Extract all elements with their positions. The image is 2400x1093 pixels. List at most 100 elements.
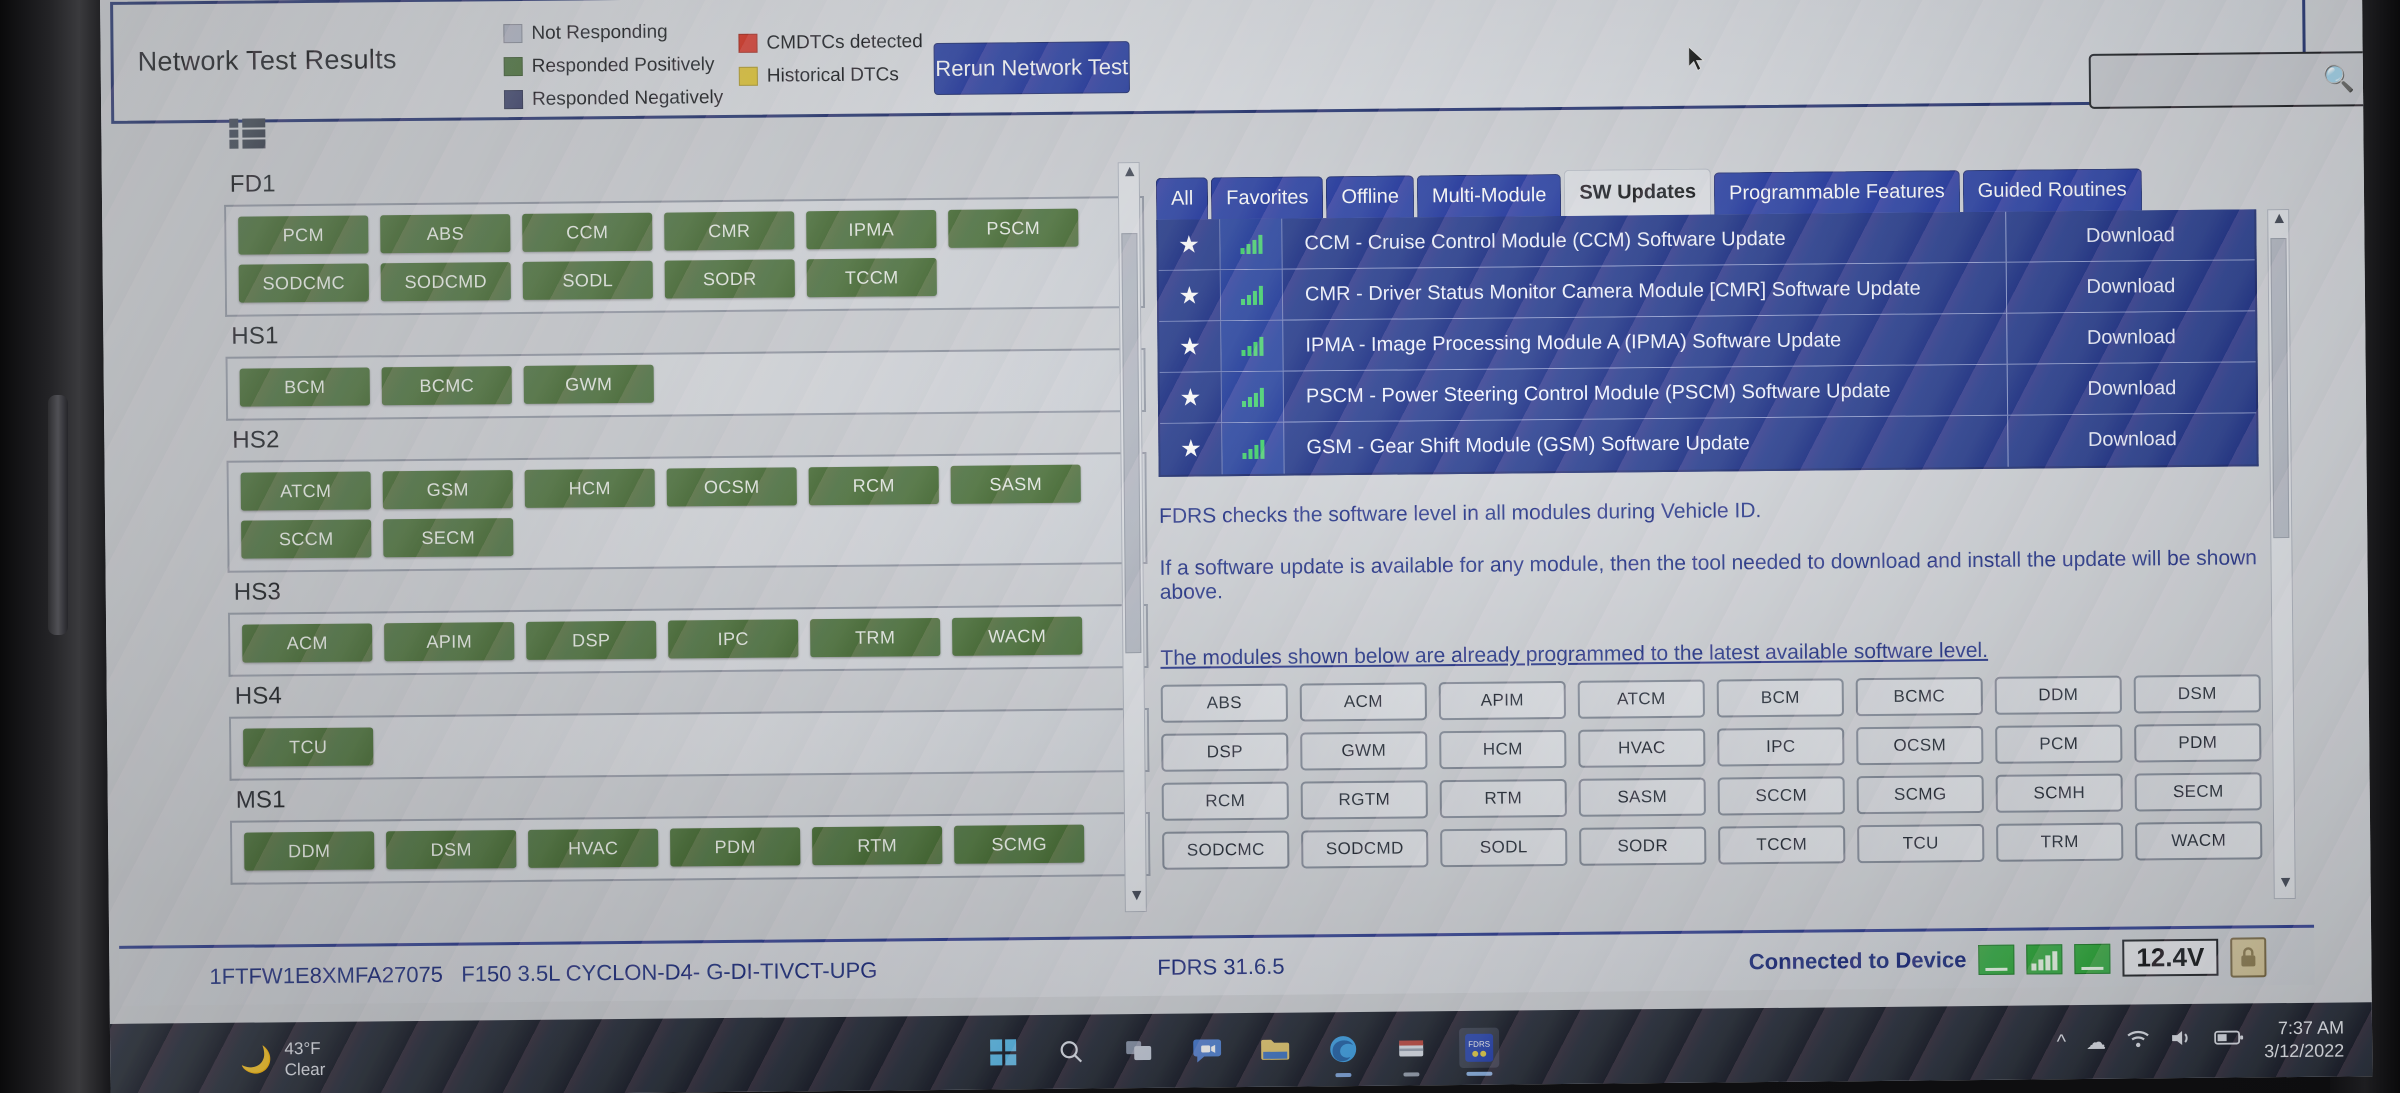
grid-menu-icon[interactable] (229, 118, 266, 149)
module-button-ipc[interactable]: IPC (668, 619, 799, 659)
module-button-acm[interactable]: ACM (242, 623, 373, 663)
programmed-modules-link[interactable]: The modules shown below are already prog… (1160, 636, 2260, 671)
module-button-wacm[interactable]: WACM (952, 616, 1083, 656)
right-panel-scrollbar[interactable]: ▲ ▼ (2267, 208, 2297, 900)
download-button[interactable]: Download (2006, 209, 2254, 261)
tab-multi-module[interactable]: Multi-Module (1416, 173, 1562, 218)
programmed-module-hvac[interactable]: HVAC (1578, 728, 1706, 768)
module-button-bcmc[interactable]: BCMC (381, 366, 512, 406)
module-button-sodr[interactable]: SODR (664, 259, 795, 299)
favorite-star-cell[interactable]: ★ (1160, 423, 1223, 475)
taskbar-search-button[interactable] (1051, 1032, 1091, 1072)
module-button-abs[interactable]: ABS (380, 214, 511, 254)
star-icon[interactable]: ★ (1179, 332, 1201, 361)
star-icon[interactable]: ★ (1179, 281, 1201, 310)
programmed-module-pcm[interactable]: PCM (1995, 724, 2123, 764)
module-button-sasm[interactable]: SASM (950, 464, 1081, 504)
favorite-star-cell[interactable]: ★ (1159, 321, 1222, 372)
tab-all[interactable]: All (1155, 177, 1209, 220)
module-button-secm[interactable]: SECM (383, 518, 514, 558)
module-button-pscm[interactable]: PSCM (948, 208, 1079, 248)
programmed-module-tccm[interactable]: TCCM (1718, 825, 1846, 865)
programmed-module-abs[interactable]: ABS (1160, 683, 1289, 723)
programmed-module-wacm[interactable]: WACM (2135, 821, 2263, 861)
rerun-network-test-button[interactable]: Rerun Network Test (933, 41, 1130, 95)
module-button-rtm[interactable]: RTM (812, 825, 943, 866)
module-button-apim[interactable]: APIM (384, 622, 515, 662)
module-button-atcm[interactable]: ATCM (240, 471, 371, 511)
fdrs-button[interactable]: FDRS (1458, 1027, 1500, 1076)
module-button-tcu[interactable]: TCU (243, 727, 374, 767)
programmed-module-tcu[interactable]: TCU (1857, 823, 1985, 864)
weather-widget[interactable]: 🌙 43°F Clear (240, 1038, 325, 1081)
download-button[interactable]: Download (2007, 311, 2255, 363)
store-button[interactable] (1391, 1028, 1431, 1077)
module-button-ccm[interactable]: CCM (522, 212, 653, 252)
download-button[interactable]: Download (2008, 413, 2256, 466)
module-button-sodcmd[interactable]: SODCMD (380, 262, 511, 302)
programmed-module-trm[interactable]: TRM (1996, 822, 2124, 862)
tab-favorites[interactable]: Favorites (1211, 176, 1324, 220)
module-button-dsp[interactable]: DSP (526, 620, 657, 660)
module-button-tccm[interactable]: TCCM (806, 257, 937, 298)
module-button-scmg[interactable]: SCMG (954, 824, 1085, 864)
scroll-down-icon[interactable]: ▼ (2275, 874, 2297, 898)
speaker-icon[interactable] (2170, 1028, 2194, 1054)
programmed-module-scmg[interactable]: SCMG (1856, 774, 1984, 815)
programmed-module-apim[interactable]: APIM (1438, 680, 1567, 721)
chevron-up-icon[interactable]: ^ (2057, 1031, 2067, 1054)
programmed-module-secm[interactable]: SECM (2134, 772, 2262, 812)
module-button-dsm[interactable]: DSM (386, 830, 517, 870)
star-icon[interactable]: ★ (1180, 383, 1202, 412)
programmed-module-sodcmd[interactable]: SODCMD (1301, 829, 1429, 869)
programmed-module-ocsm[interactable]: OCSM (1856, 725, 1984, 766)
programmed-module-scmh[interactable]: SCMH (1995, 773, 2123, 813)
task-view-button[interactable] (1119, 1031, 1159, 1071)
programmed-module-dsp[interactable]: DSP (1161, 732, 1289, 772)
programmed-module-hcm[interactable]: HCM (1439, 729, 1567, 770)
star-icon[interactable]: ★ (1180, 434, 1202, 463)
programmed-module-ipc[interactable]: IPC (1717, 727, 1845, 767)
module-button-cmr[interactable]: CMR (664, 211, 795, 251)
star-icon[interactable]: ★ (1178, 230, 1200, 259)
favorite-star-cell[interactable]: ★ (1159, 372, 1223, 423)
favorite-star-cell[interactable]: ★ (1158, 270, 1222, 321)
module-button-hvac[interactable]: HVAC (528, 828, 659, 868)
search-input[interactable] (2100, 53, 2332, 107)
lock-icon[interactable] (2230, 936, 2267, 978)
module-button-trm[interactable]: TRM (810, 617, 941, 658)
tab-sw-updates[interactable]: SW Updates (1564, 168, 1712, 216)
module-button-gsm[interactable]: GSM (382, 470, 513, 510)
wifi-icon[interactable] (2126, 1029, 2150, 1054)
module-button-sodl[interactable]: SODL (522, 260, 653, 300)
module-button-sodcmc[interactable]: SODCMC (238, 263, 369, 303)
start-button[interactable] (983, 1032, 1023, 1072)
module-button-hcm[interactable]: HCM (524, 468, 655, 508)
scroll-thumb[interactable] (2270, 238, 2290, 539)
taskbar-clock[interactable]: 7:37 AM 3/12/2022 (2264, 1016, 2345, 1064)
programmed-module-bcmc[interactable]: BCMC (1855, 676, 1984, 717)
scroll-up-icon[interactable]: ▲ (2268, 210, 2290, 234)
module-button-pdm[interactable]: PDM (670, 827, 801, 867)
edge-button[interactable] (1323, 1029, 1363, 1078)
programmed-module-sasm[interactable]: SASM (1578, 777, 1706, 817)
scroll-down-icon[interactable]: ▼ (1126, 887, 1148, 911)
scroll-thumb[interactable] (1121, 233, 1142, 654)
programmed-module-atcm[interactable]: ATCM (1577, 679, 1706, 719)
programmed-module-sodr[interactable]: SODR (1579, 826, 1707, 866)
file-explorer-button[interactable] (1255, 1030, 1295, 1070)
programmed-module-rgtm[interactable]: RGTM (1300, 780, 1428, 820)
programmed-module-sodl[interactable]: SODL (1440, 827, 1568, 868)
programmed-module-pdm[interactable]: PDM (2134, 723, 2262, 763)
scroll-up-icon[interactable]: ▲ (1119, 163, 1141, 187)
search-box[interactable]: 🔍 (2088, 51, 2372, 109)
chat-button[interactable] (1187, 1030, 1227, 1070)
cloud-icon[interactable]: ☁ (2086, 1029, 2106, 1054)
programmed-module-rcm[interactable]: RCM (1161, 781, 1289, 821)
module-button-ocsm[interactable]: OCSM (666, 467, 797, 507)
module-button-ipma[interactable]: IPMA (806, 209, 937, 250)
module-button-ddm[interactable]: DDM (244, 831, 375, 871)
tab-guided-routines[interactable]: Guided Routines (1962, 168, 2142, 213)
programmed-module-sccm[interactable]: SCCM (1717, 776, 1845, 816)
download-button[interactable]: Download (2008, 362, 2256, 414)
